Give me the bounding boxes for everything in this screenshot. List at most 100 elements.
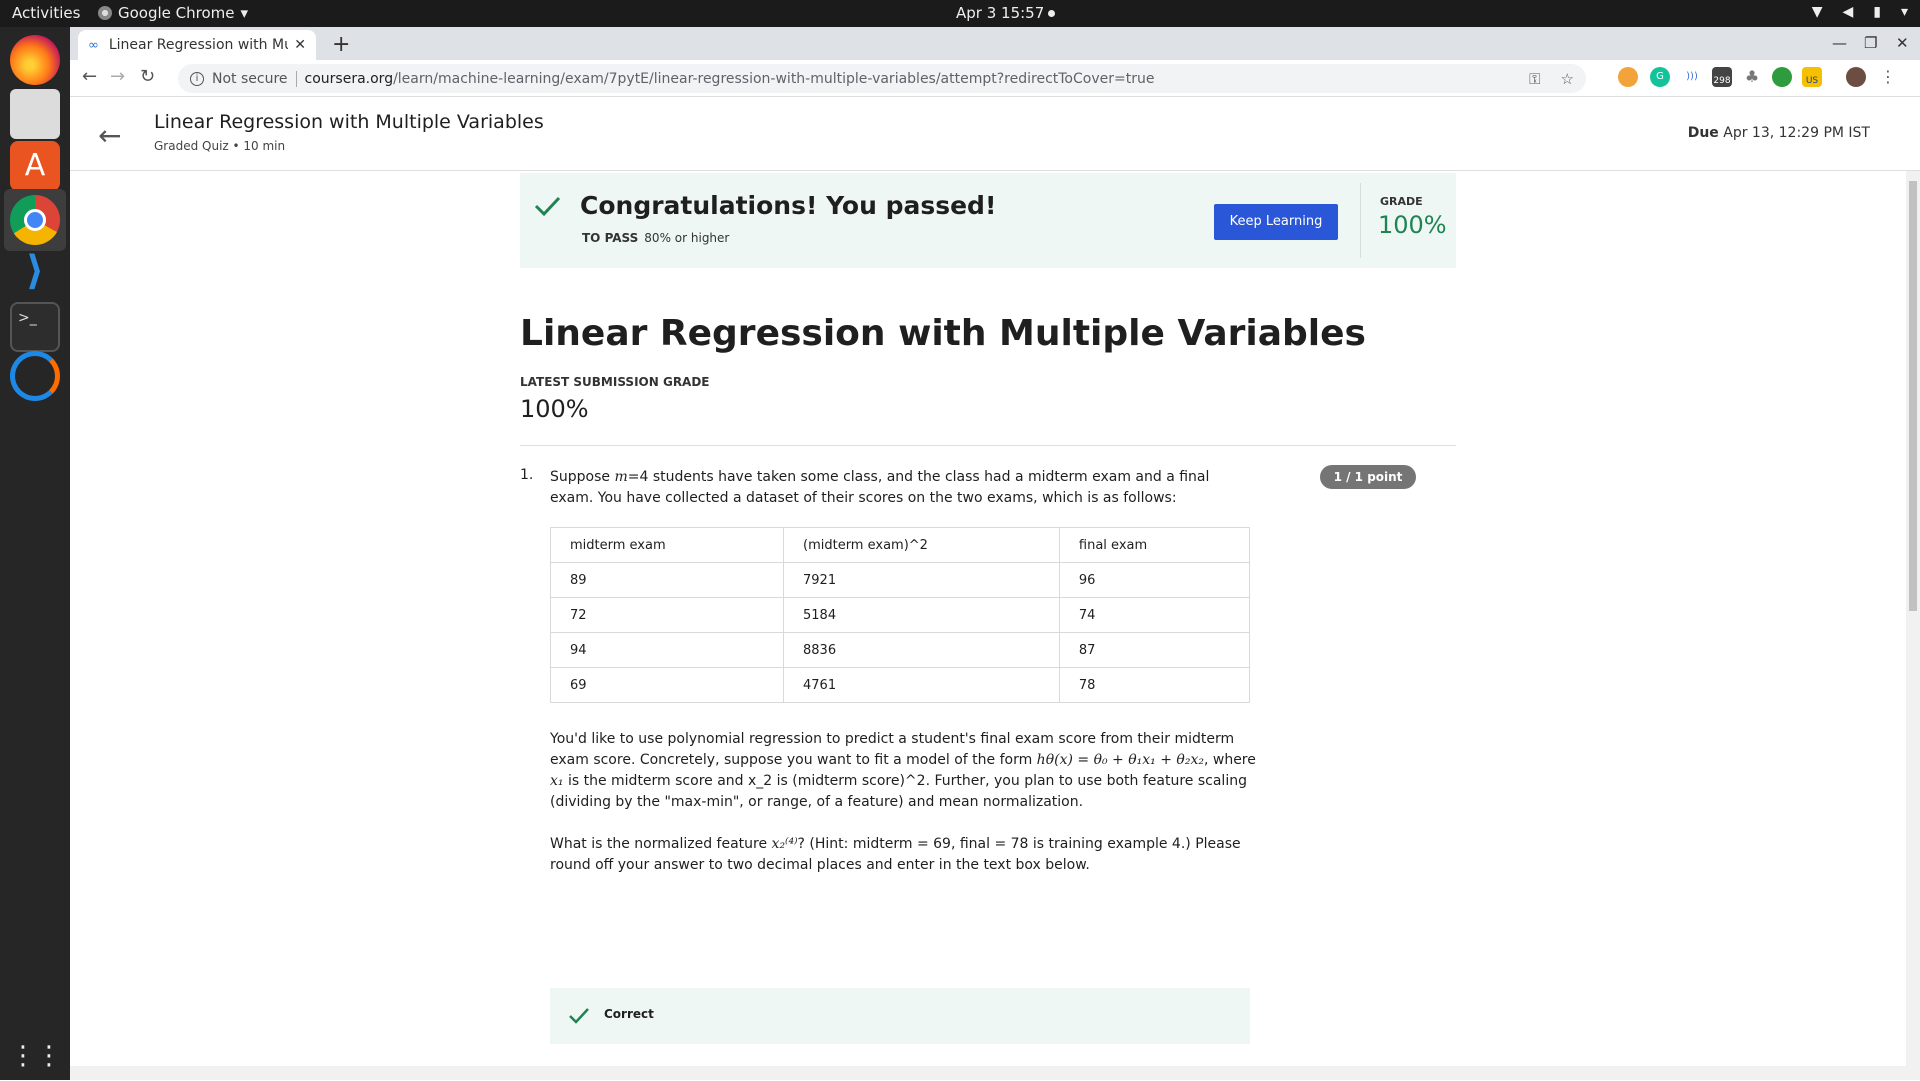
extension-green-icon[interactable] <box>1772 67 1792 87</box>
due-value: Apr 13, 12:29 PM IST <box>1723 125 1870 141</box>
latest-grade-label: LATEST SUBMISSION GRADE <box>520 375 710 389</box>
restore-icon[interactable]: ❐ <box>1864 34 1877 52</box>
minimize-icon[interactable]: — <box>1832 34 1847 52</box>
grammarly-icon[interactable]: G <box>1650 67 1670 87</box>
software-center-icon[interactable]: A <box>10 141 60 191</box>
to-pass: TO PASS 80% or higher <box>582 231 729 245</box>
app-circle-icon[interactable] <box>10 351 60 401</box>
table-cell: 72 <box>550 597 784 633</box>
terminal-icon[interactable]: >_ <box>10 302 60 352</box>
url-host: coursera.org <box>304 70 394 87</box>
para2-text-a: What is the normalized feature <box>550 836 772 852</box>
table-cell: 5184 <box>783 597 1060 633</box>
forward-icon[interactable]: → <box>110 66 125 87</box>
new-tab-icon[interactable]: + <box>332 32 350 57</box>
address-separator <box>295 70 297 87</box>
feedback-box: Correct <box>550 988 1250 1044</box>
table-cell: 74 <box>1058 597 1251 633</box>
pass-banner: Congratulations! You passed! TO PASS 80% … <box>520 173 1456 268</box>
congrats-message: Congratulations! You passed! <box>580 191 997 220</box>
tab-strip: ∞ Linear Regression with Multiple Variab… <box>70 27 1920 60</box>
caret-down-icon: ▾ <box>240 4 249 22</box>
check-icon <box>534 196 561 217</box>
system-tray[interactable]: ▼ ◀ ▮ ▾ <box>1812 4 1908 20</box>
page-title: Linear Regression with Multiple Variable… <box>154 111 544 133</box>
latest-grade-value: 100% <box>520 395 589 423</box>
chrome-icon[interactable] <box>10 195 60 245</box>
model-formula: hθ(x) = θ₀ + θ₁x₁ + θ₂x₂ <box>1036 752 1204 768</box>
address-bar[interactable]: i Not secure coursera.org/learn/machine-… <box>178 64 1586 93</box>
app-menu[interactable]: Google Chrome ▾ <box>98 4 248 22</box>
table-row: 72 5184 74 <box>550 597 1251 633</box>
extension-us-icon[interactable]: US <box>1802 67 1822 87</box>
close-window-icon[interactable]: ✕ <box>1896 34 1909 52</box>
question-number: 1. <box>520 467 534 483</box>
recording-indicator-icon <box>1048 10 1056 17</box>
bookmark-star-icon[interactable]: ☆ <box>1561 70 1574 88</box>
extension-face-icon[interactable] <box>1618 67 1638 87</box>
page-subtitle: Graded Quiz • 10 min <box>154 139 286 153</box>
browser-tab[interactable]: ∞ Linear Regression with Multiple Variab… <box>78 30 316 60</box>
reload-icon[interactable]: ↻ <box>140 66 155 87</box>
chrome-app-icon <box>98 6 112 20</box>
table-cell: 69 <box>550 667 784 703</box>
table-row: 69 4761 78 <box>550 667 1251 703</box>
back-icon[interactable]: ← <box>82 66 97 87</box>
files-icon[interactable] <box>10 89 60 139</box>
dock: A ⟩ >_ ⋮⋮ <box>0 27 70 1080</box>
horizontal-scrollbar[interactable] <box>70 1066 1920 1080</box>
page-header: ← Linear Regression with Multiple Variab… <box>70 97 1920 171</box>
table-cell: 87 <box>1058 632 1251 668</box>
scrollbar-thumb[interactable] <box>1909 181 1917 611</box>
banner-divider <box>1360 183 1361 258</box>
intro-text-a: Suppose <box>550 469 615 485</box>
wifi-icon: ▼ <box>1811 4 1823 20</box>
activities-button[interactable]: Activities <box>12 4 80 22</box>
vscode-icon[interactable]: ⟩ <box>10 247 60 297</box>
vertical-scrollbar[interactable] <box>1906 171 1920 1071</box>
extension-tree-icon[interactable]: ♣ <box>1742 67 1762 87</box>
volume-icon: ◀ <box>1842 4 1854 20</box>
tray-caret-icon: ▾ <box>1900 4 1908 20</box>
question-intro: Suppose m=4 students have taken some cla… <box>550 467 1250 509</box>
app-menu-label: Google Chrome <box>118 4 235 22</box>
coursera-favicon-icon: ∞ <box>88 37 99 53</box>
extension-waves-icon[interactable]: ))) <box>1682 67 1702 87</box>
extension-badge-icon[interactable]: 298 <box>1712 67 1732 87</box>
back-arrow-icon[interactable]: ← <box>98 119 121 152</box>
table-cell: (midterm exam)^2 <box>783 527 1060 563</box>
firefox-icon[interactable] <box>10 35 60 85</box>
table-cell: midterm exam <box>550 527 784 563</box>
scores-table: midterm exam (midterm exam)^2 final exam 89… <box>550 527 1251 703</box>
table-cell: 94 <box>550 632 784 668</box>
intro-text-b: =4 students have taken some class, and t… <box>550 469 1210 506</box>
question-paragraph-2: What is the normalized feature x₂⁽⁴⁾? (H… <box>550 834 1256 876</box>
table-cell: 78 <box>1058 667 1251 703</box>
info-icon[interactable]: i <box>190 71 204 86</box>
due-label: Due <box>1687 125 1719 141</box>
key-icon[interactable]: ⚿ <box>1529 70 1540 88</box>
keep-learning-button[interactable]: Keep Learning <box>1214 204 1338 240</box>
grade-label: GRADE <box>1380 195 1423 208</box>
close-tab-icon[interactable]: ✕ <box>294 37 306 53</box>
tab-title: Linear Regression with Multiple Variable… <box>108 37 288 53</box>
page-content: ← Linear Regression with Multiple Variab… <box>70 97 1920 1080</box>
feature-symbol: x₂⁽⁴⁾ <box>771 836 798 852</box>
table-header-row: midterm exam (midterm exam)^2 final exam <box>550 527 1251 563</box>
show-apps-icon[interactable]: ⋮⋮ <box>10 1031 62 1081</box>
question-paragraph-1: You'd like to use polynomial regression … <box>550 729 1256 813</box>
due-date: Due Apr 13, 12:29 PM IST <box>1688 125 1870 141</box>
para1-text-c: is the midterm score and x_2 is (midterm… <box>550 773 1247 810</box>
profile-avatar[interactable] <box>1846 67 1866 87</box>
para1-text-b: , where <box>1203 752 1256 768</box>
extension-badge-count: 298 <box>1713 76 1731 86</box>
clock[interactable]: Apr 3 15:57 <box>956 4 1056 22</box>
url-path: /learn/machine-learning/exam/7pytE/linea… <box>393 70 1155 87</box>
divider <box>520 445 1456 446</box>
x1-symbol: x₁ <box>550 773 564 789</box>
correct-check-icon <box>569 1008 589 1024</box>
browser-toolbar: ← → ↻ i Not secure coursera.org/learn/ma… <box>70 60 1920 97</box>
to-pass-value: 80% or higher <box>644 231 730 245</box>
intro-var: m <box>614 469 628 485</box>
chrome-menu-icon[interactable]: ⋮ <box>1878 67 1898 87</box>
